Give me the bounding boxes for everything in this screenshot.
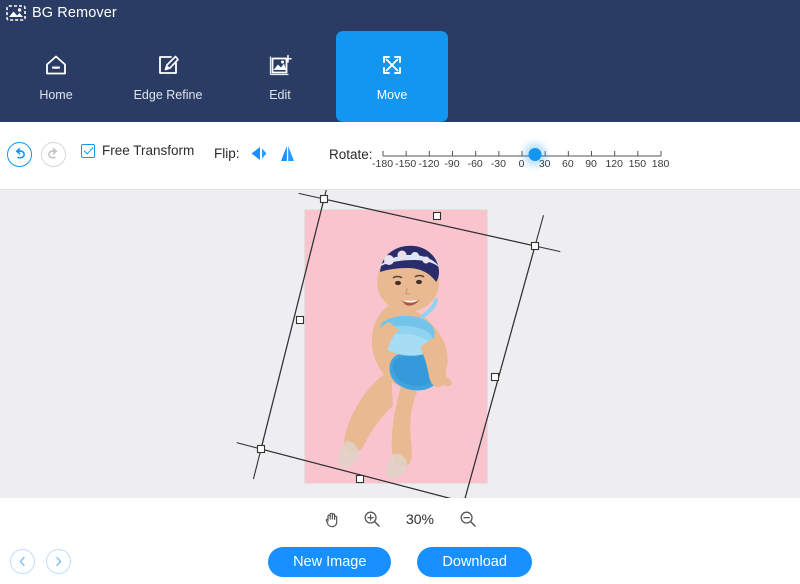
- resize-handle-icon[interactable]: [432, 211, 442, 221]
- zoom-in-icon[interactable]: [363, 510, 381, 528]
- nav-item-move[interactable]: Move: [336, 31, 448, 122]
- checkbox-checked-icon[interactable]: [81, 143, 95, 158]
- nav-item-edge-refine[interactable]: Edge Refine: [112, 31, 224, 122]
- resize-handle-icon[interactable]: [256, 444, 266, 454]
- resize-handle-icon[interactable]: [319, 194, 329, 204]
- hand-tool-icon[interactable]: [323, 510, 341, 528]
- redo-arrow-icon: [48, 148, 58, 159]
- nav-item-home[interactable]: Home: [0, 31, 112, 122]
- rotate-tick-label: -180: [372, 158, 394, 170]
- app-header: BG Remover Home Edge Refine Edit Move: [0, 0, 800, 122]
- rotate-controls: Rotate: -180 -150 -120 -90 -60 -30 0 30 60 90 120 1…: [329, 143, 669, 177]
- flip-horizontal-icon[interactable]: [250, 144, 269, 163]
- zoom-toolbar: 30%: [0, 498, 800, 540]
- rotate-tick-label: 90: [585, 158, 597, 170]
- main-nav: Home Edge Refine Edit Move: [0, 31, 448, 122]
- redo-button[interactable]: [41, 142, 66, 167]
- rotate-slider[interactable]: -180 -150 -120 -90 -60 -30 0 30 60 90 120 150 180: [372, 143, 669, 177]
- flip-vertical-icon[interactable]: [278, 144, 297, 163]
- rotate-label: Rotate:: [329, 147, 373, 162]
- transform-frame[interactable]: [0, 190, 800, 498]
- rotate-tick-label: 30: [538, 158, 551, 170]
- transform-toolbar: Free Transform Flip: Rotate: -180 -150 -…: [0, 122, 800, 190]
- rotate-tick-label: 60: [562, 158, 574, 170]
- flip-label: Flip:: [214, 146, 240, 161]
- brand: BG Remover: [6, 4, 117, 22]
- footer-actions: New Image Download: [0, 540, 800, 584]
- new-image-button[interactable]: New Image: [268, 547, 392, 577]
- resize-handle-icon[interactable]: [355, 474, 365, 484]
- resize-handle-icon[interactable]: [295, 315, 305, 325]
- free-transform-label: Free Transform: [102, 143, 195, 158]
- nav-item-edit[interactable]: Edit: [224, 31, 336, 122]
- image-scissors-icon: [6, 4, 26, 22]
- image-canvas[interactable]: [0, 190, 800, 498]
- rotate-tick-label: -150: [395, 158, 417, 170]
- picture-crop-icon: [266, 51, 294, 79]
- nav-label-move: Move: [376, 88, 408, 102]
- undo-button[interactable]: [7, 142, 32, 167]
- move-arrows-icon: [378, 51, 406, 79]
- rotate-tick-label: 180: [651, 158, 670, 170]
- house-minus-icon: [42, 51, 70, 79]
- nav-label-home: Home: [39, 88, 73, 102]
- rotate-tick-label: -120: [418, 158, 440, 170]
- rotate-tick-label: 150: [628, 158, 647, 170]
- resize-handle-icon[interactable]: [530, 241, 540, 251]
- app-footer: New Image Download: [0, 540, 800, 584]
- rotate-tick-labels: -180 -150 -120 -90 -60 -30 0 30 60 90 120 150 180: [372, 158, 669, 174]
- undo-arrow-icon: [15, 148, 25, 159]
- resize-handle-icon[interactable]: [490, 372, 500, 382]
- zoom-level-value: 30%: [405, 511, 435, 527]
- flip-controls: Flip:: [214, 144, 297, 163]
- nav-label-edge-refine: Edge Refine: [133, 88, 203, 102]
- rotate-tick-label: -30: [490, 158, 506, 170]
- app-title: BG Remover: [32, 5, 117, 21]
- rotate-tick-label: 120: [605, 158, 623, 170]
- bg-remover-app: BG Remover Home Edge Refine Edit Move Fr…: [0, 0, 800, 584]
- free-transform-toggle[interactable]: Free Transform: [81, 143, 194, 158]
- nav-label-edit: Edit: [269, 88, 291, 102]
- zoom-out-icon[interactable]: [459, 510, 477, 528]
- download-button[interactable]: Download: [417, 547, 532, 577]
- rotate-tick-label: 0: [518, 158, 525, 170]
- rotate-tick-label: -60: [467, 158, 483, 170]
- history-buttons: [7, 142, 66, 167]
- pen-square-icon: [154, 51, 182, 79]
- rotate-tick-label: -90: [444, 158, 460, 170]
- rotate-slider-handle[interactable]: [528, 148, 542, 161]
